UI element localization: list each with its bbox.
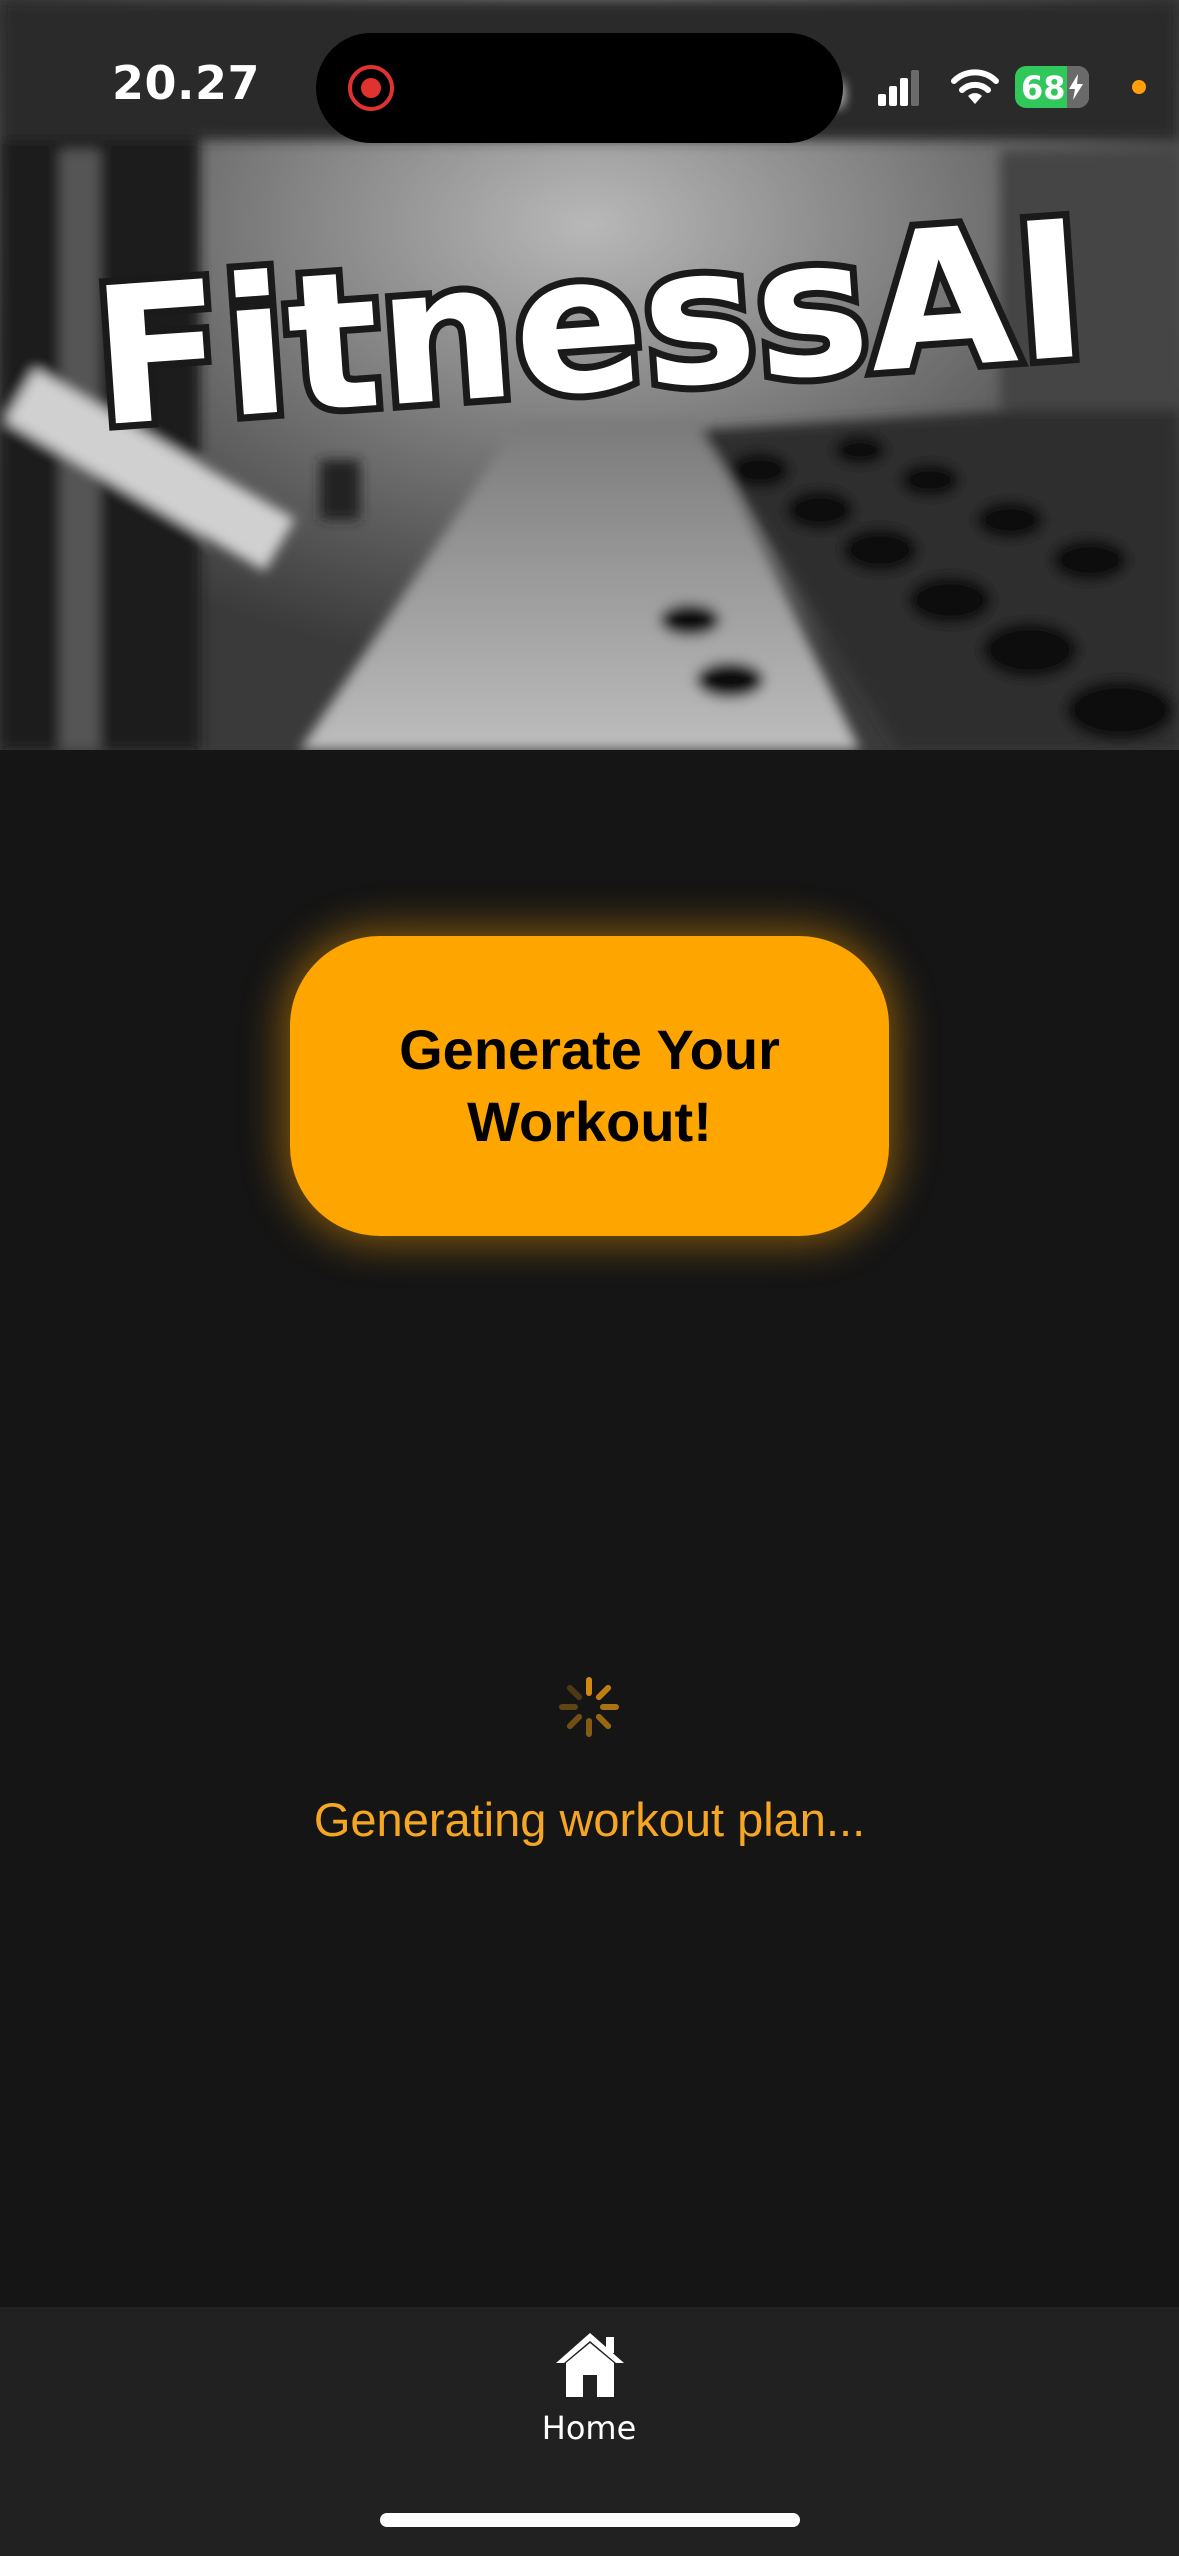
wifi-icon (951, 69, 999, 104)
home-indicator-bar[interactable] (380, 2513, 800, 2527)
charging-bolt-icon (1069, 74, 1083, 100)
app-title-text: FitnessAI (86, 180, 1093, 469)
tab-home-label: Home (541, 2409, 637, 2447)
dynamic-island (316, 33, 843, 143)
loading-status-text: Generating workout plan... (313, 1793, 866, 1846)
screen-recording-icon (348, 65, 394, 111)
privacy-indicator-dot (1132, 80, 1146, 94)
cellular-signal-icon (878, 70, 919, 106)
generate-workout-button[interactable]: Generate Your Workout! (290, 936, 889, 1236)
generate-workout-label: Generate Your Workout! (399, 1018, 780, 1153)
tab-home[interactable]: Home (519, 2331, 659, 2461)
status-time: 20.27 (112, 56, 261, 110)
app-screen: FitnessAI 20.27 68 Generate Your Workout… (0, 0, 1179, 2556)
home-icon (556, 2333, 624, 2397)
battery-indicator: 68 (1015, 66, 1089, 108)
battery-level: 68 (1021, 69, 1066, 107)
app-title-logo: FitnessAI (0, 173, 1179, 480)
loading-spinner-icon (559, 1677, 619, 1737)
